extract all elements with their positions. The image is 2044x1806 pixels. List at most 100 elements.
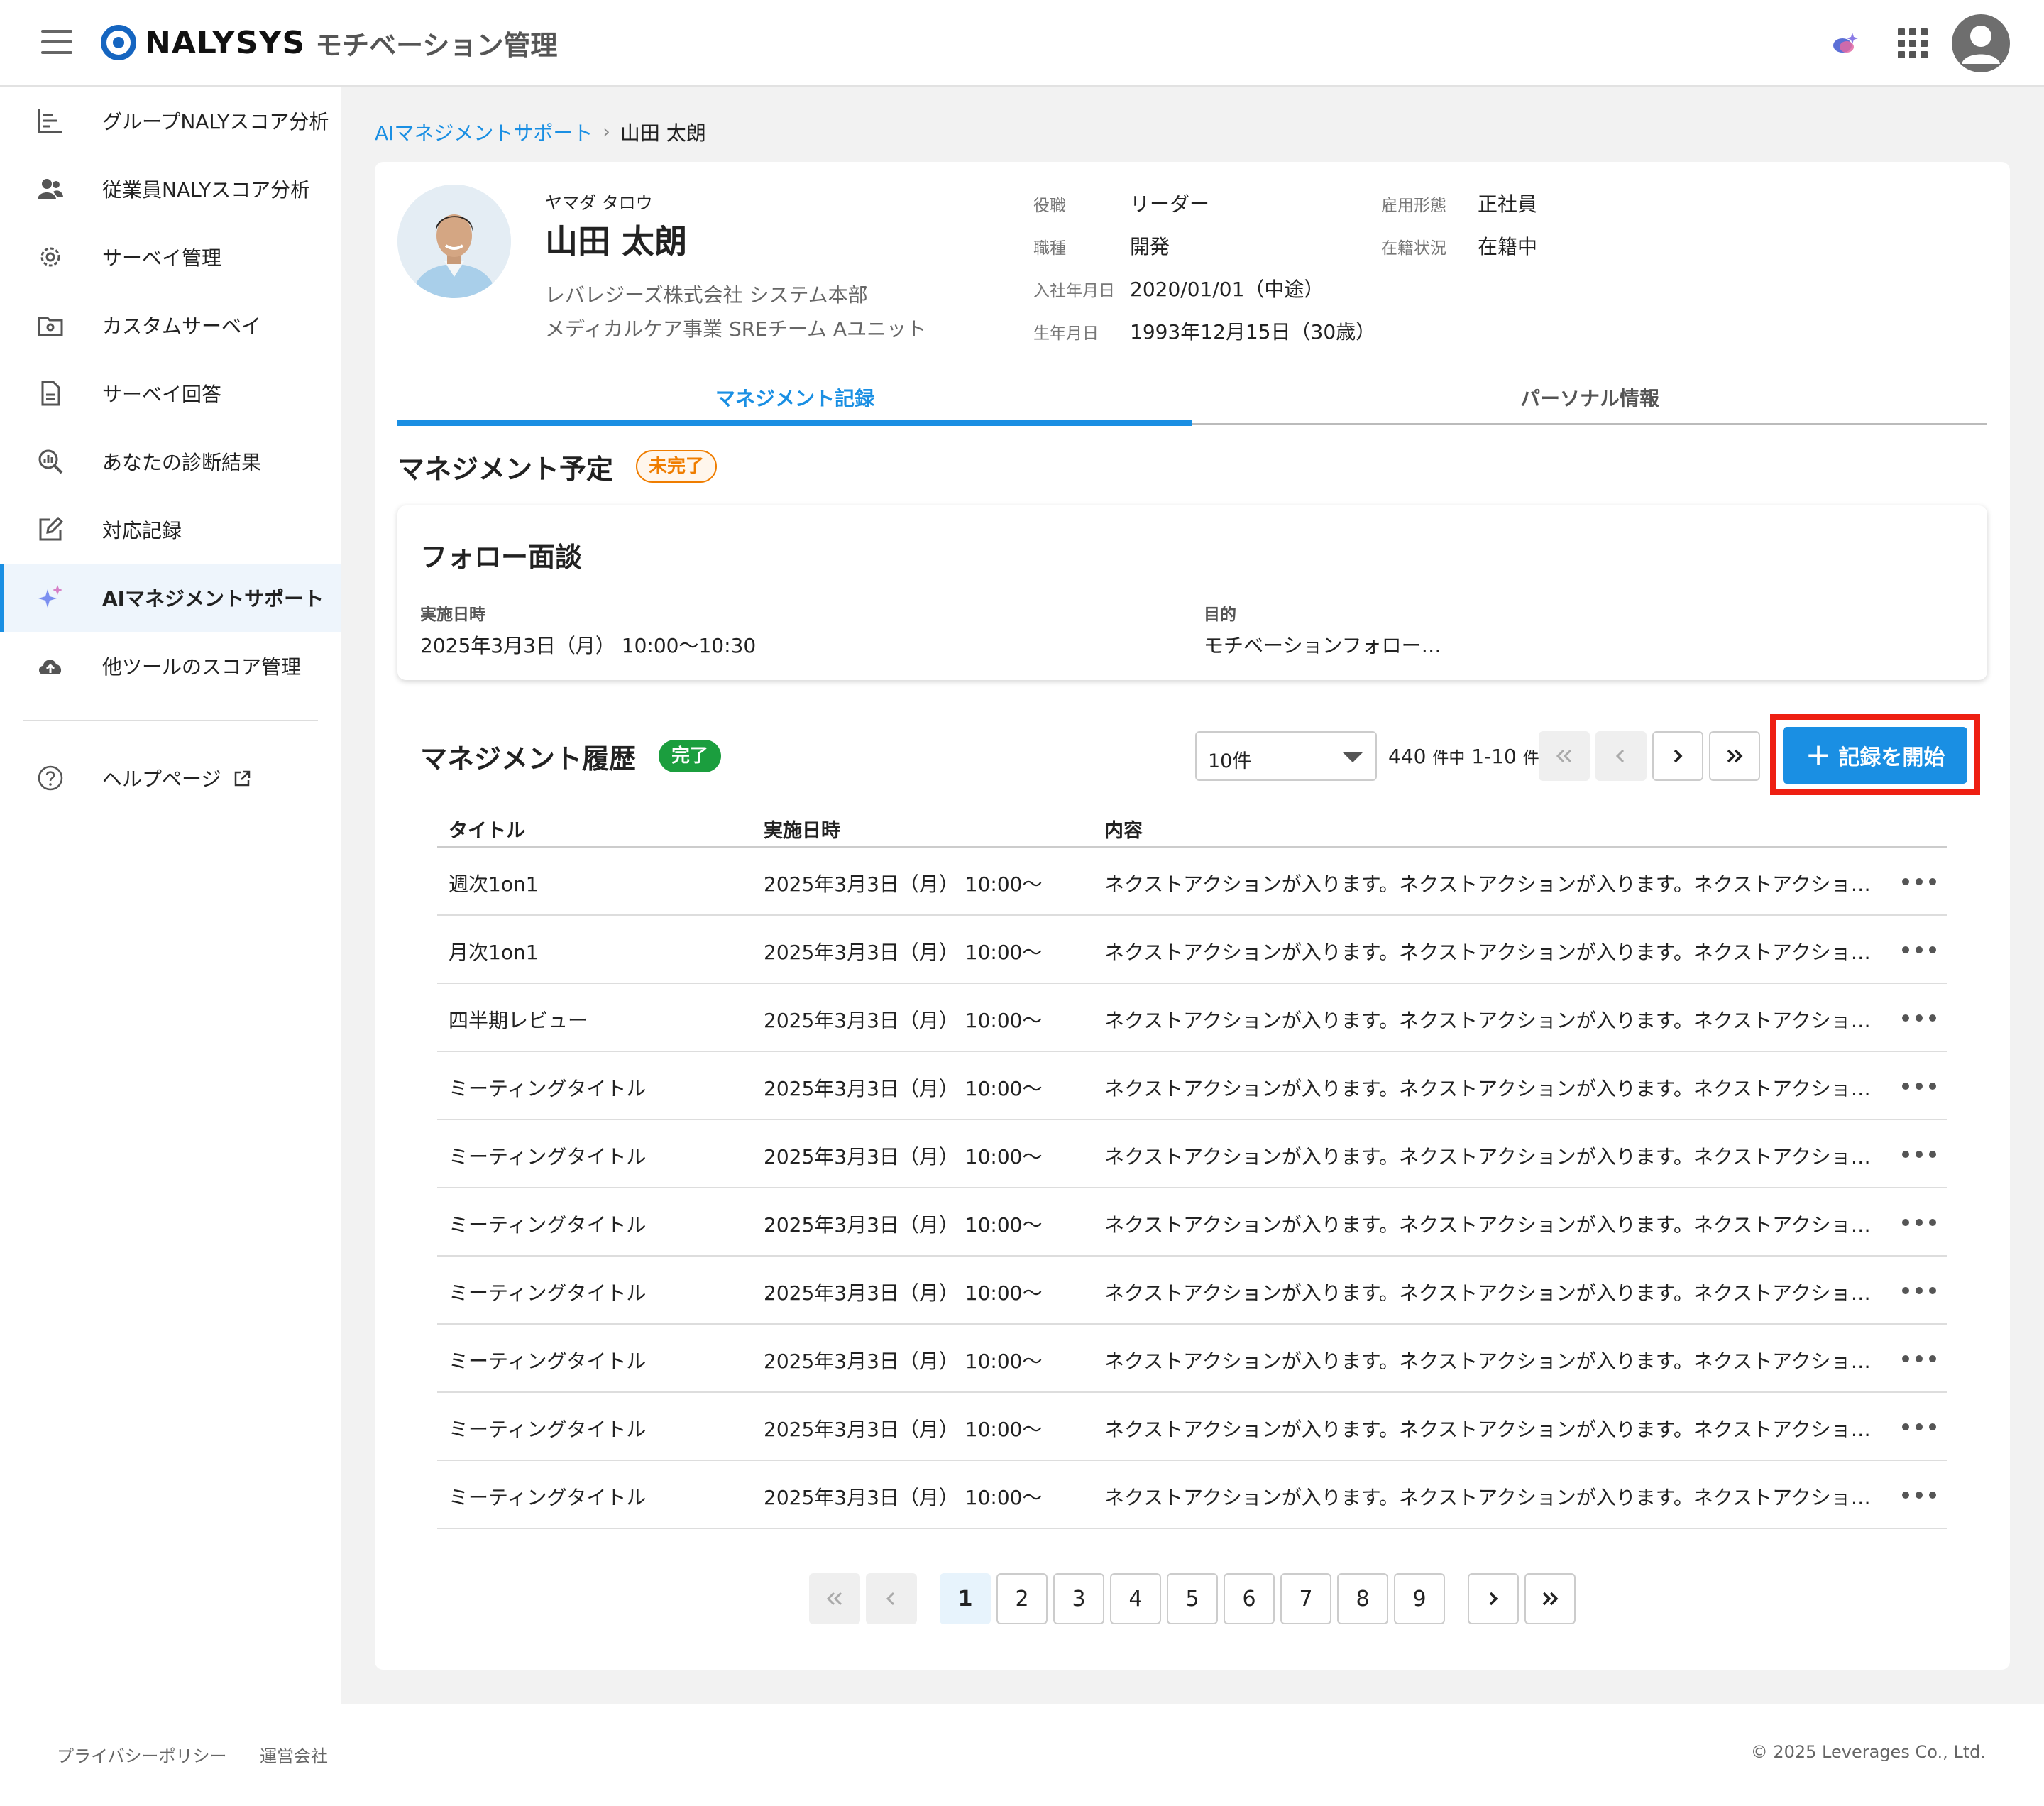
- sidebar-item-records[interactable]: 対応記録: [0, 496, 341, 564]
- row-date: 2025年3月3日（月） 10:00〜: [764, 941, 1043, 964]
- page-number-button[interactable]: 5: [1167, 1573, 1218, 1624]
- next-page-button[interactable]: [1652, 731, 1703, 781]
- table-row[interactable]: 四半期レビュー 2025年3月3日（月） 10:00〜 ネクストアクションが入ります…: [437, 984, 1947, 1052]
- employee-kana: ヤマダ タロウ: [545, 193, 653, 213]
- sidebar-item-label: AIマネジメントサポート: [102, 587, 324, 611]
- sidebar-item-diagnosis[interactable]: あなたの診断結果: [0, 427, 341, 496]
- bottom-next-page-button[interactable]: [1468, 1573, 1519, 1624]
- row-date: 2025年3月3日（月） 10:00〜: [764, 1213, 1043, 1237]
- row-date: 2025年3月3日（月） 10:00〜: [764, 1009, 1043, 1032]
- breadcrumb-parent-link[interactable]: AIマネジメントサポート: [375, 118, 593, 146]
- row-title: ミーティングタイトル: [449, 1350, 647, 1373]
- company-link[interactable]: 運営会社: [260, 1742, 328, 1767]
- more-options-icon[interactable]: [1902, 1142, 1936, 1167]
- privacy-policy-link[interactable]: プライバシーポリシー: [57, 1742, 227, 1767]
- more-options-icon[interactable]: [1902, 1210, 1936, 1235]
- double-chevron-left-icon: [826, 1592, 842, 1606]
- more-options-icon[interactable]: [1902, 1073, 1936, 1099]
- row-content: ネクストアクションが入ります。ネクストアクションが入ります。ネクストアクションが…: [1104, 1281, 1885, 1305]
- start-record-label: 記録を開始: [1838, 745, 1945, 770]
- last-page-button[interactable]: [1709, 731, 1760, 781]
- row-content: ネクストアクションが入ります。ネクストアクションが入ります。ネクストアクションが…: [1104, 1418, 1885, 1441]
- row-title: ミーティングタイトル: [449, 1145, 647, 1169]
- page-number-button[interactable]: 8: [1337, 1573, 1388, 1624]
- tab-management-records[interactable]: マネジメント記録: [397, 383, 1192, 426]
- complete-badge: 完了: [659, 740, 722, 772]
- page-number-button[interactable]: 9: [1394, 1573, 1445, 1624]
- column-header-title: タイトル: [449, 820, 525, 842]
- table-row[interactable]: ミーティングタイトル 2025年3月3日（月） 10:00〜 ネクストアクションが入…: [437, 1257, 1947, 1325]
- table-row[interactable]: 週次1on1 2025年3月3日（月） 10:00〜 ネクストアクションが入ります。…: [437, 848, 1947, 916]
- page-size-select[interactable]: 10件: [1195, 731, 1377, 781]
- page-number-button[interactable]: 3: [1053, 1573, 1104, 1624]
- sparkle-icon: [34, 581, 67, 614]
- more-options-icon[interactable]: [1902, 1414, 1936, 1440]
- sidebar-item-survey-answer[interactable]: サーベイ回答: [0, 359, 341, 427]
- row-date: 2025年3月3日（月） 10:00〜: [764, 1486, 1043, 1509]
- page-number-button[interactable]: 6: [1224, 1573, 1275, 1624]
- first-page-button[interactable]: [1539, 731, 1590, 781]
- row-content: ネクストアクションが入ります。ネクストアクションが入ります。ネクストアクションが…: [1104, 1145, 1885, 1169]
- table-row[interactable]: ミーティングタイトル 2025年3月3日（月） 10:00〜 ネクストアクションが入…: [437, 1052, 1947, 1120]
- sidebar-item-custom-survey[interactable]: カスタムサーベイ: [0, 291, 341, 359]
- table-row[interactable]: ミーティングタイトル 2025年3月3日（月） 10:00〜 ネクストアクションが入…: [437, 1120, 1947, 1188]
- prev-page-button[interactable]: [1595, 731, 1647, 781]
- row-date: 2025年3月3日（月） 10:00〜: [764, 1145, 1043, 1169]
- apps-grid-icon[interactable]: [1898, 28, 1928, 58]
- more-options-icon[interactable]: [1902, 1005, 1936, 1031]
- more-options-icon[interactable]: [1902, 869, 1936, 894]
- birth-label: 生年月日: [1033, 324, 1099, 343]
- row-title: ミーティングタイトル: [449, 1213, 647, 1237]
- incomplete-badge: 未完了: [636, 450, 718, 483]
- bottom-prev-page-button[interactable]: [866, 1573, 917, 1624]
- more-options-icon[interactable]: [1902, 1278, 1936, 1303]
- birth-value: 1993年12月15日（30歳）: [1130, 320, 1376, 344]
- menu-icon[interactable]: [41, 30, 72, 55]
- breadcrumb-current: 山田 太朗: [620, 121, 706, 145]
- range-total: 440: [1388, 745, 1427, 768]
- app-logo[interactable]: NALYSYS モチベーション管理: [101, 21, 557, 64]
- start-record-button[interactable]: + 記録を開始: [1783, 727, 1967, 784]
- more-options-icon[interactable]: [1902, 1346, 1936, 1372]
- bottom-first-page-button[interactable]: [809, 1573, 860, 1624]
- row-content: ネクストアクションが入ります。ネクストアクションが入ります。ネクストアクションが…: [1104, 1009, 1885, 1032]
- sidebar-item-employee-score[interactable]: 従業員NALYスコア分析: [0, 155, 341, 223]
- page-number-button[interactable]: 4: [1110, 1573, 1161, 1624]
- page-number-button[interactable]: 1: [940, 1573, 991, 1624]
- employment-label: 雇用形態: [1381, 197, 1446, 215]
- table-row[interactable]: ミーティングタイトル 2025年3月3日（月） 10:00〜 ネクストアクションが入…: [437, 1461, 1947, 1529]
- page-number-button[interactable]: 2: [996, 1573, 1048, 1624]
- chevron-right-icon: [1489, 1592, 1498, 1606]
- tab-personal-info[interactable]: パーソナル情報: [1192, 383, 1987, 426]
- magnify-chart-icon: [34, 445, 67, 478]
- sidebar-divider: [23, 720, 318, 721]
- sidebar-item-other-tools[interactable]: 他ツールのスコア管理: [0, 632, 341, 700]
- sidebar: グループNALYスコア分析 従業員NALYスコア分析 サーベイ管理 カスタムサー…: [0, 87, 341, 1704]
- table-row[interactable]: ミーティングタイトル 2025年3月3日（月） 10:00〜 ネクストアクションが入…: [437, 1393, 1947, 1461]
- ai-chat-icon[interactable]: [1830, 31, 1858, 57]
- row-date: 2025年3月3日（月） 10:00〜: [764, 1418, 1043, 1441]
- sidebar-item-ai-management[interactable]: AIマネジメントサポート: [0, 564, 341, 632]
- sidebar-item-survey-admin[interactable]: サーベイ管理: [0, 223, 341, 291]
- table-row[interactable]: 月次1on1 2025年3月3日（月） 10:00〜 ネクストアクションが入ります。…: [437, 916, 1947, 984]
- row-title: ミーティングタイトル: [449, 1486, 647, 1509]
- row-title: 四半期レビュー: [449, 1009, 588, 1032]
- more-options-icon[interactable]: [1902, 937, 1936, 963]
- schedule-date-label: 実施日時: [420, 606, 485, 624]
- page-number-button[interactable]: 7: [1280, 1573, 1331, 1624]
- table-row[interactable]: ミーティングタイトル 2025年3月3日（月） 10:00〜 ネクストアクションが入…: [437, 1325, 1947, 1393]
- row-title: ミーティングタイトル: [449, 1281, 647, 1305]
- bottom-last-page-button[interactable]: [1524, 1573, 1576, 1624]
- table-row[interactable]: ミーティングタイトル 2025年3月3日（月） 10:00〜 ネクストアクションが入…: [437, 1188, 1947, 1257]
- more-options-icon[interactable]: [1902, 1482, 1936, 1508]
- double-chevron-right-icon: [1542, 1592, 1559, 1606]
- row-content: ネクストアクションが入ります。ネクストアクションが入ります。ネクストアクションが…: [1104, 1350, 1885, 1373]
- sidebar-item-group-score[interactable]: グループNALYスコア分析: [0, 87, 341, 155]
- double-chevron-right-icon: [1727, 749, 1743, 763]
- chevron-right-icon: [1674, 749, 1683, 763]
- user-avatar[interactable]: [1952, 14, 2010, 72]
- plus-icon: +: [1805, 737, 1832, 773]
- employee-name: 山田 太朗: [545, 222, 688, 261]
- sidebar-item-label: カスタムサーベイ: [102, 314, 262, 338]
- sidebar-item-help[interactable]: ヘルプページ: [0, 744, 341, 812]
